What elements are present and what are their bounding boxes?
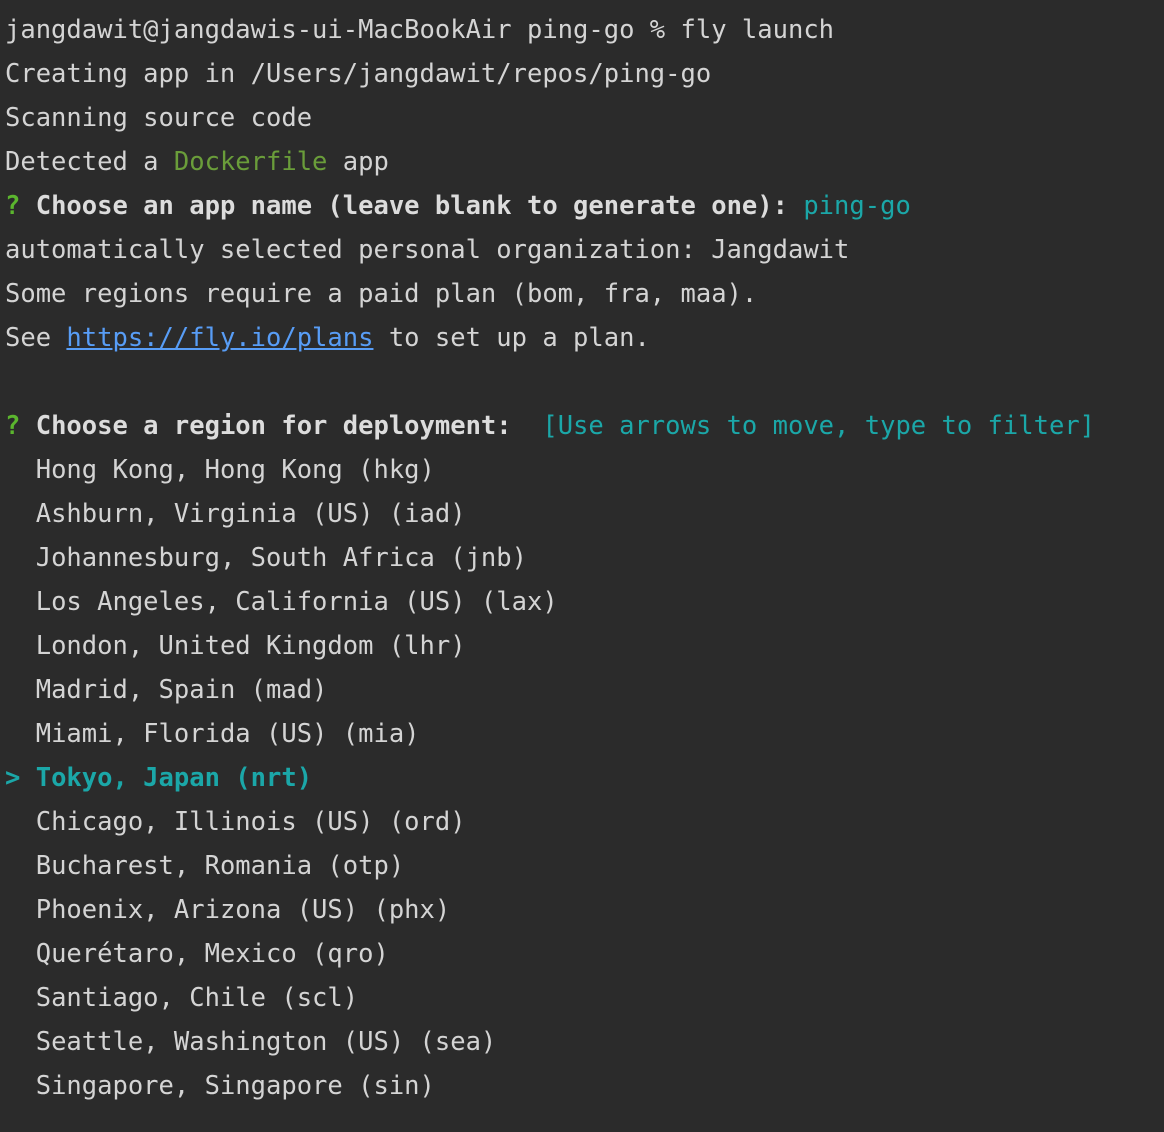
- cursor-spacer: [5, 719, 36, 749]
- region-option-label: Madrid, Spain (mad): [35, 675, 328, 705]
- cursor-spacer: [5, 631, 36, 661]
- cursor-spacer: [5, 851, 36, 881]
- region-option-label: Los Angeles, California (US) (lax): [35, 587, 558, 617]
- region-option[interactable]: Seattle, Washington (US) (sea): [5, 1020, 1164, 1064]
- selection-cursor-icon: >: [5, 763, 36, 793]
- region-option-label: Querétaro, Mexico (qro): [35, 939, 389, 969]
- shell-command-line: jangdawit@jangdawis-ui-MacBookAir ping-g…: [5, 15, 835, 45]
- cursor-spacer: [5, 455, 36, 485]
- output-creating-app: Creating app in /Users/jangdawit/repos/p…: [5, 59, 712, 89]
- detected-prefix: Detected a: [5, 147, 174, 177]
- output-plans-line: See https://fly.io/plans to set up a pla…: [5, 316, 1164, 360]
- region-option-label: Seattle, Washington (US) (sea): [35, 1027, 497, 1057]
- region-option[interactable]: Chicago, Illinois (US) (ord): [5, 800, 1164, 844]
- region-question: ? Choose a region for deployment: [Use a…: [5, 404, 1164, 448]
- region-option-label: Bucharest, Romania (otp): [35, 851, 405, 881]
- region-option[interactable]: Los Angeles, California (US) (lax): [5, 580, 1164, 624]
- output-scanning: Scanning source code: [5, 103, 313, 133]
- region-option-label: Phoenix, Arizona (US) (phx): [35, 895, 451, 925]
- region-option[interactable]: Johannesburg, South Africa (jnb): [5, 536, 1164, 580]
- region-option[interactable]: > Tokyo, Japan (nrt): [5, 756, 1164, 800]
- question-mark-icon: ?: [5, 411, 21, 441]
- region-question-text: Choose a region for deployment:: [20, 411, 543, 441]
- region-option-label: Miami, Florida (US) (mia): [35, 719, 420, 749]
- region-option[interactable]: Phoenix, Arizona (US) (phx): [5, 888, 1164, 932]
- cursor-spacer: [5, 675, 36, 705]
- app-name-question-text: Choose an app name (leave blank to gener…: [20, 191, 804, 221]
- plans-suffix: to set up a plan.: [373, 323, 650, 353]
- region-option-label: Johannesburg, South Africa (jnb): [35, 543, 527, 573]
- cursor-spacer: [5, 1071, 36, 1101]
- region-option[interactable]: Singapore, Singapore (sin): [5, 1064, 1164, 1108]
- cursor-spacer: [5, 983, 36, 1013]
- cursor-spacer: [5, 1027, 36, 1057]
- region-option-label: Singapore, Singapore (sin): [35, 1071, 435, 1101]
- region-option-label: Chicago, Illinois (US) (ord): [35, 807, 466, 837]
- app-name-question: ? Choose an app name (leave blank to gen…: [5, 184, 1164, 228]
- output-detected: Detected a Dockerfile app: [5, 140, 1164, 184]
- terminal-window[interactable]: jangdawit@jangdawis-ui-MacBookAir ping-g…: [0, 0, 1164, 1132]
- cursor-spacer: [5, 499, 36, 529]
- region-option-label: Tokyo, Japan (nrt): [35, 763, 313, 793]
- region-option-label: London, United Kingdom (lhr): [35, 631, 466, 661]
- cursor-spacer: [5, 807, 36, 837]
- region-option[interactable]: Hong Kong, Hong Kong (hkg): [5, 448, 1164, 492]
- output-organization: automatically selected personal organiza…: [5, 235, 850, 265]
- app-name-answer: ping-go: [803, 191, 911, 221]
- region-option-label: Santiago, Chile (scl): [35, 983, 359, 1013]
- region-option[interactable]: London, United Kingdom (lhr): [5, 624, 1164, 668]
- region-option-label: Hong Kong, Hong Kong (hkg): [35, 455, 435, 485]
- output-regions-note: Some regions require a paid plan (bom, f…: [5, 279, 758, 309]
- region-option[interactable]: Madrid, Spain (mad): [5, 668, 1164, 712]
- detected-keyword: Dockerfile: [173, 147, 328, 177]
- region-option[interactable]: Ashburn, Virginia (US) (iad): [5, 492, 1164, 536]
- plans-link[interactable]: https://fly.io/plans: [66, 323, 373, 353]
- region-option[interactable]: Santiago, Chile (scl): [5, 976, 1164, 1020]
- cursor-spacer: [5, 939, 36, 969]
- cursor-spacer: [5, 543, 36, 573]
- region-option[interactable]: Miami, Florida (US) (mia): [5, 712, 1164, 756]
- cursor-spacer: [5, 587, 36, 617]
- region-question-hint: [Use arrows to move, type to filter]: [542, 411, 1096, 441]
- region-option-label: Ashburn, Virginia (US) (iad): [35, 499, 466, 529]
- region-option-list[interactable]: Hong Kong, Hong Kong (hkg) Ashburn, Virg…: [5, 448, 1164, 1108]
- region-option[interactable]: Querétaro, Mexico (qro): [5, 932, 1164, 976]
- cursor-spacer: [5, 895, 36, 925]
- region-option[interactable]: Bucharest, Romania (otp): [5, 844, 1164, 888]
- detected-suffix: app: [327, 147, 389, 177]
- plans-prefix: See: [5, 323, 67, 353]
- question-mark-icon: ?: [5, 191, 21, 221]
